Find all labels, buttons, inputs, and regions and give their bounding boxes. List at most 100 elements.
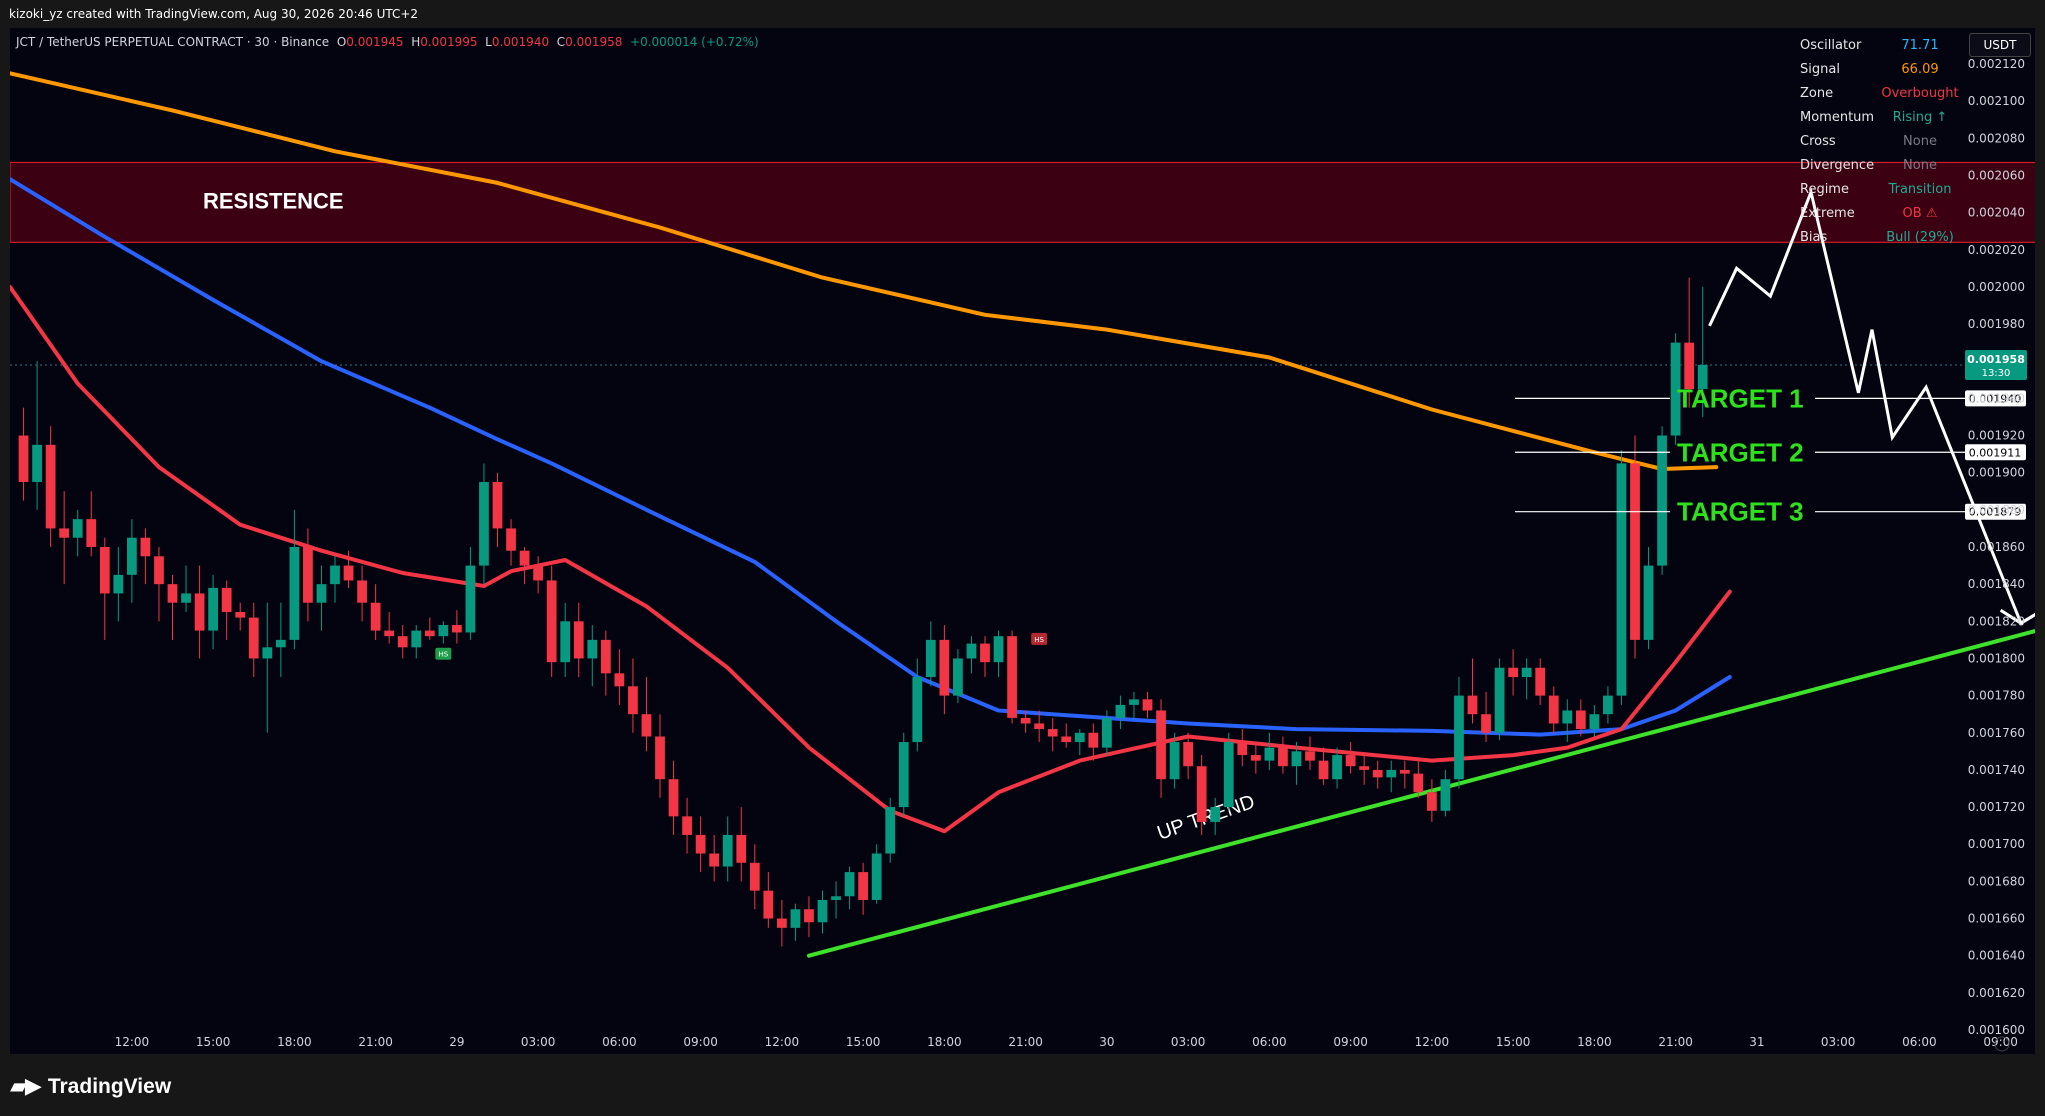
chart-area[interactable]: RESISTENCE UP TREND HS HS TARGET 1 0.00194… — [10, 28, 2035, 1054]
candle[interactable] — [1359, 755, 1370, 785]
candle[interactable] — [831, 881, 841, 919]
candle[interactable] — [18, 407, 29, 501]
candle[interactable] — [573, 602, 584, 678]
candle[interactable] — [980, 636, 990, 678]
candle[interactable] — [86, 491, 97, 557]
candle[interactable] — [1142, 691, 1153, 718]
candle[interactable] — [424, 617, 435, 640]
candle[interactable] — [844, 866, 855, 910]
candle[interactable] — [898, 732, 909, 817]
candle[interactable] — [181, 565, 191, 613]
candle[interactable] — [777, 899, 787, 947]
candle[interactable] — [221, 580, 232, 640]
candle[interactable] — [871, 844, 882, 904]
candle[interactable] — [763, 872, 774, 928]
candle[interactable] — [1183, 732, 1193, 780]
candle[interactable] — [438, 621, 449, 644]
candle[interactable] — [384, 612, 395, 644]
candle[interactable] — [303, 528, 313, 622]
candle[interactable] — [99, 537, 110, 640]
candle[interactable] — [722, 816, 733, 882]
candle[interactable] — [465, 547, 476, 640]
candle[interactable] — [1047, 717, 1058, 752]
candle[interactable] — [370, 584, 381, 640]
candle[interactable] — [140, 528, 151, 585]
symbol-name[interactable]: JCT / TetherUS PERPETUAL CONTRACT · 30 ·… — [16, 35, 329, 49]
candle[interactable] — [885, 797, 896, 863]
candle[interactable] — [1264, 732, 1275, 770]
candle[interactable] — [167, 574, 178, 640]
symbol-legend[interactable]: JCT / TetherUS PERPETUAL CONTRACT · 30 ·… — [16, 35, 759, 49]
candle[interactable] — [262, 602, 273, 733]
candle[interactable] — [72, 509, 83, 557]
candle[interactable] — [1440, 769, 1451, 817]
candle[interactable] — [560, 602, 571, 678]
candle[interactable] — [1007, 630, 1017, 724]
candle[interactable] — [1372, 760, 1383, 789]
candle[interactable] — [248, 602, 259, 678]
candle[interactable] — [113, 547, 124, 622]
candle[interactable] — [330, 556, 340, 603]
target-label[interactable]: TARGET 3 — [1677, 497, 1804, 527]
candle[interactable] — [59, 491, 70, 585]
candle[interactable] — [357, 565, 367, 622]
candle[interactable] — [1562, 699, 1573, 743]
candle[interactable] — [993, 630, 1004, 678]
candle[interactable] — [614, 649, 625, 705]
candle[interactable] — [1454, 677, 1464, 789]
candle[interactable] — [235, 602, 246, 631]
price-chart-svg[interactable]: RESISTENCE UP TREND HSHS TARGET 1 0.00194… — [10, 28, 2035, 1054]
candle[interactable] — [194, 565, 205, 659]
target-label[interactable]: TARGET 1 — [1677, 383, 1804, 413]
currency-button[interactable]: USDT — [1969, 33, 2031, 57]
candle[interactable] — [804, 896, 814, 938]
candle[interactable] — [1237, 729, 1248, 767]
candle[interactable] — [1305, 736, 1315, 770]
candle[interactable] — [749, 844, 760, 910]
target-label[interactable]: TARGET 2 — [1677, 437, 1804, 467]
candle[interactable] — [452, 610, 462, 644]
candle[interactable] — [1521, 658, 1532, 700]
candle[interactable] — [127, 519, 137, 603]
candle[interactable] — [817, 890, 828, 934]
candle[interactable] — [1061, 723, 1072, 748]
candle[interactable] — [695, 816, 706, 873]
candle[interactable] — [668, 760, 679, 835]
candle[interactable] — [1467, 658, 1478, 724]
candle[interactable] — [1494, 658, 1505, 741]
candle[interactable] — [641, 677, 652, 752]
candle[interactable] — [519, 547, 530, 585]
candle[interactable] — [655, 714, 665, 798]
candle[interactable] — [397, 625, 408, 659]
candle[interactable] — [790, 903, 801, 941]
candle[interactable] — [925, 621, 936, 687]
candle[interactable] — [600, 630, 611, 696]
candle[interactable] — [1156, 699, 1166, 798]
candle[interactable] — [1074, 729, 1085, 756]
candle[interactable] — [1643, 547, 1654, 650]
candle[interactable] — [1345, 742, 1356, 774]
candle[interactable] — [506, 519, 516, 566]
candle[interactable] — [736, 807, 747, 882]
candle[interactable] — [1630, 435, 1640, 659]
candle[interactable] — [1223, 732, 1234, 811]
candle[interactable] — [546, 565, 557, 678]
candle[interactable] — [45, 426, 56, 547]
candle[interactable] — [1535, 658, 1546, 705]
candle[interactable] — [858, 862, 868, 915]
candle[interactable] — [1386, 760, 1397, 793]
candle[interactable] — [1508, 649, 1518, 696]
candle[interactable] — [316, 565, 327, 631]
candle[interactable] — [289, 509, 300, 650]
candle[interactable] — [953, 649, 963, 704]
candle[interactable] — [1115, 695, 1126, 730]
tradingview-logo[interactable]: ▰▶ TradingView — [10, 1074, 171, 1099]
candle[interactable] — [492, 472, 503, 547]
candle[interactable] — [32, 361, 42, 510]
candle[interactable] — [709, 834, 720, 882]
ema-fast-line[interactable] — [10, 284, 1732, 834]
candle[interactable] — [154, 547, 164, 622]
candle[interactable] — [966, 636, 977, 674]
candle[interactable] — [479, 463, 489, 585]
candle[interactable] — [1318, 747, 1329, 785]
